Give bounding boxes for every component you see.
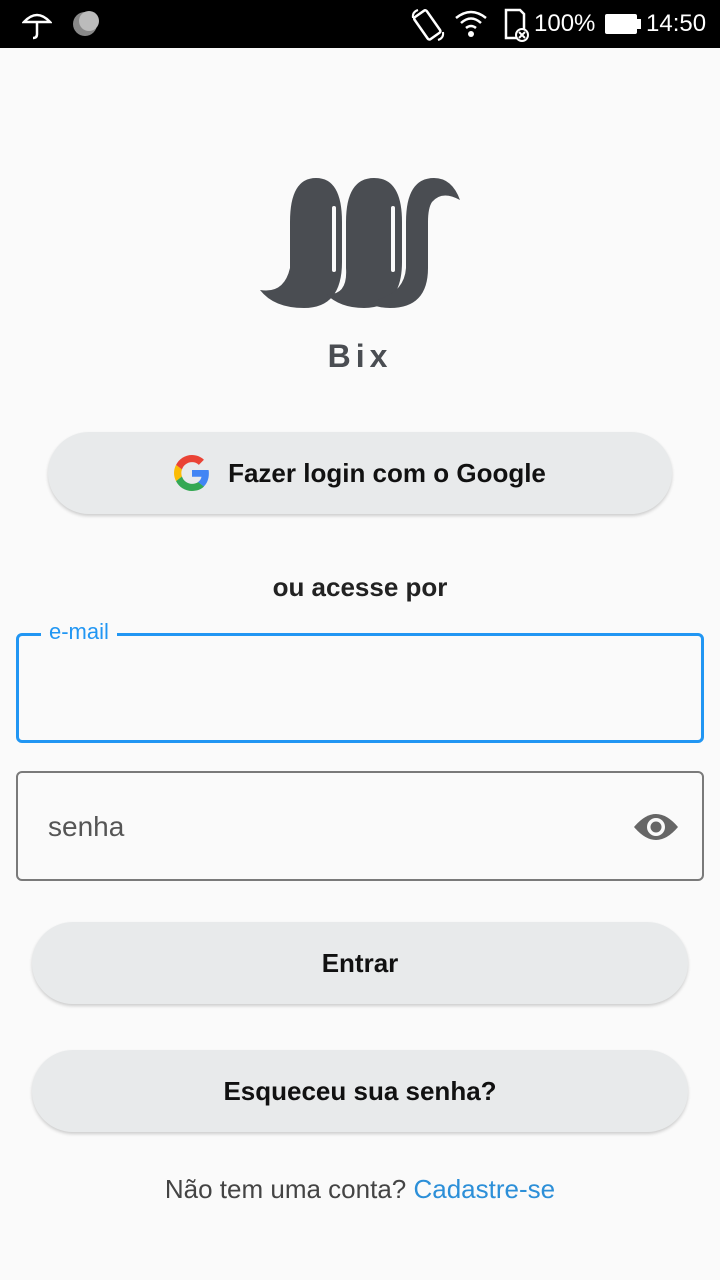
email-input[interactable] [47,666,627,710]
forgot-password-button[interactable]: Esqueceu sua senha? [32,1050,688,1132]
google-login-label: Fazer login com o Google [228,457,546,488]
google-icon [174,455,209,491]
battery-icon [605,14,641,34]
login-button[interactable]: Entrar [32,922,688,1004]
password-input[interactable] [48,805,628,849]
battery-percent: 100% [534,10,596,37]
moon-icon [73,11,99,36]
email-field[interactable]: e-mail [16,619,704,743]
bix-logo [260,178,460,308]
forgot-password-label: Esqueceu sua senha? [223,1075,497,1106]
eye-icon[interactable] [632,807,680,847]
app-name: Bix [327,338,393,374]
umbrella-icon [22,13,52,40]
clock: 14:50 [646,10,707,37]
google-login-button[interactable]: Fazer login com o Google [48,432,672,514]
divider-text: ou acesse por [272,572,448,602]
rotate-icon [411,9,445,41]
login-button-label: Entrar [321,947,399,978]
signup-prompt: Não tem uma conta? [164,1174,407,1204]
status-bar: 100% 14:50 [0,0,720,48]
signup-link[interactable]: Cadastre-se [413,1174,555,1204]
email-label: e-mail [41,619,117,645]
password-field[interactable] [16,771,704,881]
wifi-icon [455,10,487,37]
signup-line: Não tem uma conta? Cadastre-se [0,1174,720,1205]
sd-card-icon [504,8,529,42]
